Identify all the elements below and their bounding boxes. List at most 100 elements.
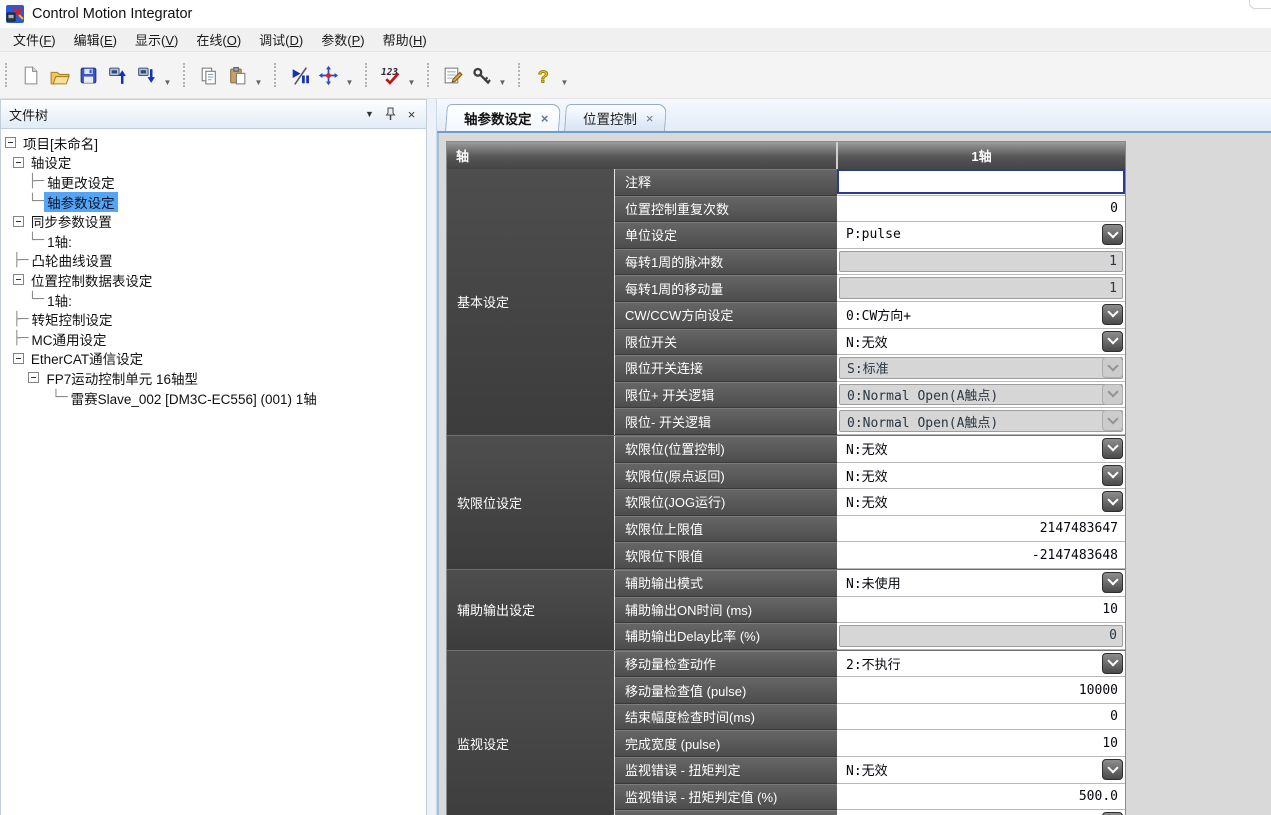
tree-collapse-box[interactable] — [13, 216, 24, 227]
toolbar-overflow-chevron-icon[interactable]: ▼ — [496, 61, 509, 90]
panel-chevron-down-icon[interactable]: ▼ — [361, 106, 378, 122]
tree-item[interactable]: FP7运动控制单元 16轴型 — [1, 368, 426, 388]
copy-button[interactable] — [194, 61, 223, 90]
tree-item-label[interactable]: 同步参数设置 — [28, 211, 115, 231]
parameter-value-cell[interactable]: 2:不执行 — [837, 651, 1125, 678]
comment-input-focused[interactable] — [837, 169, 1125, 194]
menu-item-o[interactable]: 在线(O) — [187, 28, 250, 51]
tree-item[interactable]: ├─转矩控制设定 — [1, 309, 426, 329]
tree-item-label[interactable]: MC通用设定 — [28, 329, 109, 349]
toolbar-overflow-chevron-icon[interactable]: ▼ — [558, 61, 571, 90]
dropdown-button[interactable] — [1102, 759, 1123, 780]
panel-close-icon[interactable]: × — [403, 106, 420, 122]
menu-item-v[interactable]: 显示(V) — [126, 28, 187, 51]
tree-item-label[interactable]: 雷赛Slave_002 [DM3C-EC556] (001) 1轴 — [68, 388, 320, 408]
tree-item[interactable]: 项目[未命名] — [1, 133, 426, 153]
tree-item[interactable]: 轴设定 — [1, 153, 426, 173]
tree-item-label[interactable]: 1轴: — [44, 290, 75, 310]
toolbar-drag-handle[interactable] — [365, 63, 371, 87]
tree-item-label[interactable]: FP7运动控制单元 16轴型 — [43, 368, 201, 388]
key-button[interactable] — [467, 61, 496, 90]
panel-splitter[interactable] — [427, 99, 437, 815]
open-folder-button[interactable] — [45, 61, 74, 90]
parameter-value-cell[interactable]: 2147483647 — [837, 516, 1125, 543]
save-button[interactable] — [74, 61, 103, 90]
dropdown-button[interactable] — [1102, 653, 1123, 674]
parameter-value-cell[interactable]: 10000 — [837, 677, 1125, 704]
parameter-value-cell[interactable]: -2147483648 — [837, 542, 1125, 569]
device-download-button[interactable] — [132, 61, 161, 90]
dropdown-button[interactable] — [1102, 224, 1123, 245]
tree-item[interactable]: EtherCAT通信设定 — [1, 349, 426, 369]
toolbar-drag-handle[interactable] — [518, 63, 524, 87]
toolbar-drag-handle[interactable] — [183, 63, 189, 87]
parameter-value-cell[interactable]: P:pulse — [837, 222, 1125, 249]
tree-collapse-box[interactable] — [13, 274, 24, 285]
menu-item-h[interactable]: 帮助(H) — [374, 28, 436, 51]
toolbar-drag-handle[interactable] — [427, 63, 433, 87]
menu-item-d[interactable]: 调试(D) — [250, 28, 312, 51]
parameter-value-cell[interactable]: 500.0 — [837, 784, 1125, 811]
toolbar-drag-handle[interactable] — [274, 63, 280, 87]
parameter-value-cell[interactable]: N:无效 — [837, 463, 1125, 490]
parameter-value-cell[interactable]: 0 — [837, 704, 1125, 731]
tree-item-label[interactable]: 凸轮曲线设置 — [28, 250, 115, 270]
tree-item[interactable]: └─轴参数设定 — [1, 192, 426, 212]
dropdown-button[interactable] — [1102, 331, 1123, 352]
tree-item-label[interactable]: 位置控制数据表设定 — [28, 270, 156, 290]
toolbar-drag-handle[interactable] — [5, 63, 11, 87]
tree-item[interactable]: ├─轴更改设定 — [1, 172, 426, 192]
toolbar-overflow-chevron-icon[interactable]: ▼ — [405, 61, 418, 90]
menu-item-e[interactable]: 编辑(E) — [65, 28, 126, 51]
parameter-value-cell[interactable]: N:未使用 — [837, 570, 1125, 597]
tab-close-icon[interactable]: × — [540, 112, 548, 125]
tree-item[interactable]: 位置控制数据表设定 — [1, 270, 426, 290]
tab-inactive[interactable]: 位置控制× — [564, 104, 666, 131]
parameter-value-cell[interactable]: 0 — [837, 196, 1125, 223]
parameter-value-cell[interactable]: 10 — [837, 597, 1125, 624]
tree-collapse-box[interactable] — [13, 353, 24, 364]
parameter-value-cell[interactable]: N:无效 — [837, 810, 1125, 815]
tab-active[interactable]: 轴参数设定× — [445, 104, 561, 131]
tree-collapse-box[interactable] — [5, 137, 16, 148]
menu-item-f[interactable]: 文件(F) — [4, 28, 65, 51]
panel-pin-icon[interactable] — [382, 106, 399, 122]
parameter-value-cell[interactable]: N:无效 — [837, 436, 1125, 463]
device-upload-button[interactable] — [103, 61, 132, 90]
tree-item[interactable]: 同步参数设置 — [1, 211, 426, 231]
tree-item[interactable]: └─雷赛Slave_002 [DM3C-EC556] (001) 1轴 — [1, 388, 426, 408]
tree-item[interactable]: └─1轴: — [1, 290, 426, 310]
parameter-value-cell[interactable] — [837, 169, 1125, 196]
parameter-value-cell[interactable]: N:无效 — [837, 757, 1125, 784]
tree-collapse-box[interactable] — [13, 157, 24, 168]
run-stop-button[interactable] — [285, 61, 314, 90]
edit-parameter-button[interactable] — [438, 61, 467, 90]
tree-item-label[interactable]: EtherCAT通信设定 — [28, 348, 146, 368]
toolbar-overflow-chevron-icon[interactable]: ▼ — [161, 61, 174, 90]
parameter-value-cell[interactable]: N:无效 — [837, 489, 1125, 516]
tree-item-label[interactable]: 转矩控制设定 — [28, 309, 115, 329]
tab-close-icon[interactable]: × — [646, 112, 654, 125]
tree-item-label[interactable]: 项目[未命名] — [20, 133, 101, 153]
parameter-value-cell[interactable]: N:无效 — [837, 329, 1125, 356]
tree-item[interactable]: ├─MC通用设定 — [1, 329, 426, 349]
tree-collapse-box[interactable] — [28, 372, 39, 383]
dropdown-button[interactable] — [1102, 465, 1123, 486]
dropdown-button[interactable] — [1102, 572, 1123, 593]
verify-123-button[interactable]: 123 — [376, 61, 405, 90]
tree-item-label[interactable]: 1轴: — [44, 231, 75, 251]
dropdown-button[interactable] — [1102, 438, 1123, 459]
toolbar-overflow-chevron-icon[interactable]: ▼ — [252, 61, 265, 90]
tree-item[interactable]: ├─凸轮曲线设置 — [1, 251, 426, 271]
parameter-value-cell[interactable]: 10 — [837, 730, 1125, 757]
tree-item-label[interactable]: 轴更改设定 — [44, 172, 118, 192]
dropdown-button[interactable] — [1102, 491, 1123, 512]
help-button[interactable]: ? — [529, 61, 558, 90]
dropdown-button[interactable] — [1102, 304, 1123, 325]
tree-item-label[interactable]: 轴设定 — [28, 152, 75, 172]
menu-item-p[interactable]: 参数(P) — [312, 28, 373, 51]
axis-position-button[interactable] — [314, 61, 343, 90]
toolbar-overflow-chevron-icon[interactable]: ▼ — [343, 61, 356, 90]
paste-button[interactable] — [223, 61, 252, 90]
new-file-button[interactable] — [16, 61, 45, 90]
